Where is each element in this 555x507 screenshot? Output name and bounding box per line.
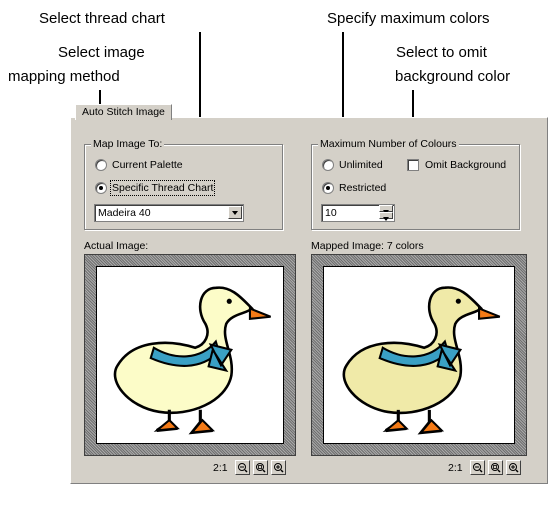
duck-image bbox=[342, 286, 501, 435]
callout-max-colors: Specify maximum colors bbox=[327, 10, 490, 27]
auto-stitch-dialog: Auto Stitch Image Map Image To: Current … bbox=[70, 104, 548, 484]
zoom-in-icon[interactable] bbox=[270, 460, 286, 475]
actual-zoom-controls: 2:1 bbox=[213, 460, 286, 475]
radio-specific-thread-chart-dot bbox=[95, 182, 107, 194]
zoom-out-icon[interactable] bbox=[234, 460, 250, 475]
actual-image-label: Actual Image: bbox=[84, 240, 149, 252]
mapped-zoom-controls: 2:1 bbox=[448, 460, 521, 475]
spin-down-icon[interactable] bbox=[379, 212, 393, 221]
radio-unlimited[interactable]: Unlimited bbox=[322, 159, 383, 171]
radio-unlimited-label: Unlimited bbox=[339, 159, 383, 171]
radio-restricted-label: Restricted bbox=[339, 182, 387, 194]
zoom-fit-icon[interactable] bbox=[252, 460, 268, 475]
radio-specific-thread-chart-label: Specific Thread Chart bbox=[109, 180, 216, 196]
checkbox-omit-background[interactable]: Omit Background bbox=[407, 159, 506, 171]
mapped-image-frame bbox=[311, 254, 527, 456]
mapped-image-label: Mapped Image: 7 colors bbox=[311, 240, 424, 252]
zoom-out-icon[interactable] bbox=[469, 460, 485, 475]
zoom-in-icon[interactable] bbox=[505, 460, 521, 475]
radio-current-palette[interactable]: Current Palette bbox=[95, 159, 183, 171]
chevron-down-icon[interactable] bbox=[228, 206, 242, 219]
max-colours-group-label: Maximum Number of Colours bbox=[318, 138, 459, 150]
mapped-zoom-ratio: 2:1 bbox=[448, 461, 463, 474]
tab-auto-stitch-image[interactable]: Auto Stitch Image bbox=[75, 104, 172, 120]
radio-specific-thread-chart[interactable]: Specific Thread Chart bbox=[95, 180, 216, 196]
radio-unlimited-dot bbox=[322, 159, 334, 171]
max-colours-spinner[interactable]: 10 bbox=[321, 204, 395, 222]
max-colours-group: Maximum Number of Colours Unlimited Omit… bbox=[311, 138, 520, 230]
thread-chart-select-value: Madeira 40 bbox=[98, 207, 151, 219]
zoom-fit-icon[interactable] bbox=[487, 460, 503, 475]
duck-image bbox=[113, 286, 271, 435]
map-image-group: Map Image To: Current Palette Specific T… bbox=[84, 138, 283, 230]
callout-omit-bg-line1: Select to omit bbox=[396, 44, 487, 61]
callout-mapping-method-line2: mapping method bbox=[8, 68, 120, 85]
actual-image-frame bbox=[84, 254, 296, 456]
spin-up-icon[interactable] bbox=[379, 205, 393, 217]
callout-mapping-method-line1: Select image bbox=[58, 44, 145, 61]
actual-zoom-ratio: 2:1 bbox=[213, 461, 228, 474]
callout-thread-chart: Select thread chart bbox=[39, 10, 165, 27]
radio-current-palette-dot bbox=[95, 159, 107, 171]
radio-restricted[interactable]: Restricted bbox=[322, 182, 386, 194]
mapped-image-canvas bbox=[323, 266, 515, 444]
max-colours-value: 10 bbox=[325, 207, 337, 219]
checkbox-omit-background-box bbox=[407, 159, 419, 171]
radio-current-palette-label: Current Palette bbox=[112, 159, 183, 171]
radio-restricted-dot bbox=[322, 182, 334, 194]
actual-image-canvas bbox=[96, 266, 284, 444]
map-image-group-label: Map Image To: bbox=[91, 138, 165, 150]
thread-chart-select[interactable]: Madeira 40 bbox=[94, 204, 244, 222]
checkbox-omit-background-label: Omit Background bbox=[425, 159, 507, 171]
callout-omit-bg-line2: background color bbox=[395, 68, 511, 85]
